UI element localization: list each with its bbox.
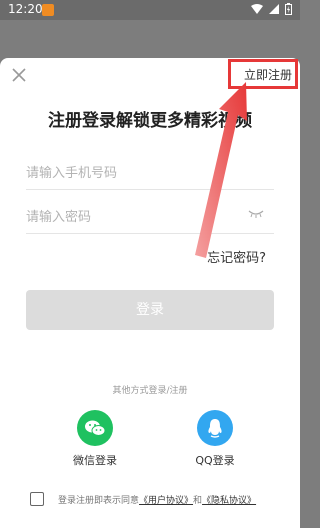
wifi-icon bbox=[251, 4, 263, 14]
agreement-checkbox[interactable] bbox=[30, 492, 44, 506]
battery-icon bbox=[285, 3, 292, 15]
wechat-login-label: 微信登录 bbox=[73, 454, 117, 467]
highlight-box bbox=[228, 59, 298, 89]
wechat-login-button[interactable]: 微信登录 bbox=[60, 410, 130, 468]
backdrop[interactable] bbox=[0, 20, 300, 60]
eye-closed-icon[interactable] bbox=[248, 210, 264, 218]
status-icons bbox=[251, 3, 292, 15]
privacy-agreement-link[interactable]: 《隐私协议》 bbox=[202, 496, 256, 506]
password-placeholder: 请输入密码 bbox=[26, 210, 92, 225]
agreement-and: 和 bbox=[193, 496, 203, 506]
login-sheet: 立即注册 注册登录解锁更多精彩视频 请输入手机号码 请输入密码 忘记密码? 登录… bbox=[0, 58, 300, 528]
user-agreement-link[interactable]: 《用户协议》 bbox=[139, 496, 193, 506]
notification-icon bbox=[42, 4, 54, 16]
agreement-prefix: 登录注册即表示同意 bbox=[58, 496, 140, 506]
signal-icon bbox=[269, 4, 279, 14]
phone-placeholder: 请输入手机号码 bbox=[26, 166, 118, 181]
qq-login-button[interactable]: QQ登录 bbox=[180, 410, 250, 468]
forgot-password-link[interactable]: 忘记密码? bbox=[207, 247, 266, 266]
wechat-icon bbox=[77, 410, 113, 446]
phone-field[interactable]: 请输入手机号码 bbox=[26, 154, 274, 190]
status-bar: 12:20 bbox=[0, 0, 300, 20]
close-icon[interactable] bbox=[10, 66, 28, 84]
password-field[interactable]: 请输入密码 bbox=[26, 198, 274, 234]
qq-login-label: QQ登录 bbox=[195, 454, 235, 467]
qq-icon bbox=[197, 410, 233, 446]
page-title: 注册登录解锁更多精彩视频 bbox=[48, 111, 252, 131]
status-time: 12:20 bbox=[8, 2, 43, 16]
other-login-divider: 其他方式登录/注册 bbox=[112, 386, 188, 396]
agreement-row: 登录注册即表示同意《用户协议》和《隐私协议》 bbox=[30, 490, 290, 510]
agreement-text: 登录注册即表示同意《用户协议》和《隐私协议》 bbox=[58, 493, 256, 506]
login-button[interactable]: 登录 bbox=[26, 290, 274, 330]
